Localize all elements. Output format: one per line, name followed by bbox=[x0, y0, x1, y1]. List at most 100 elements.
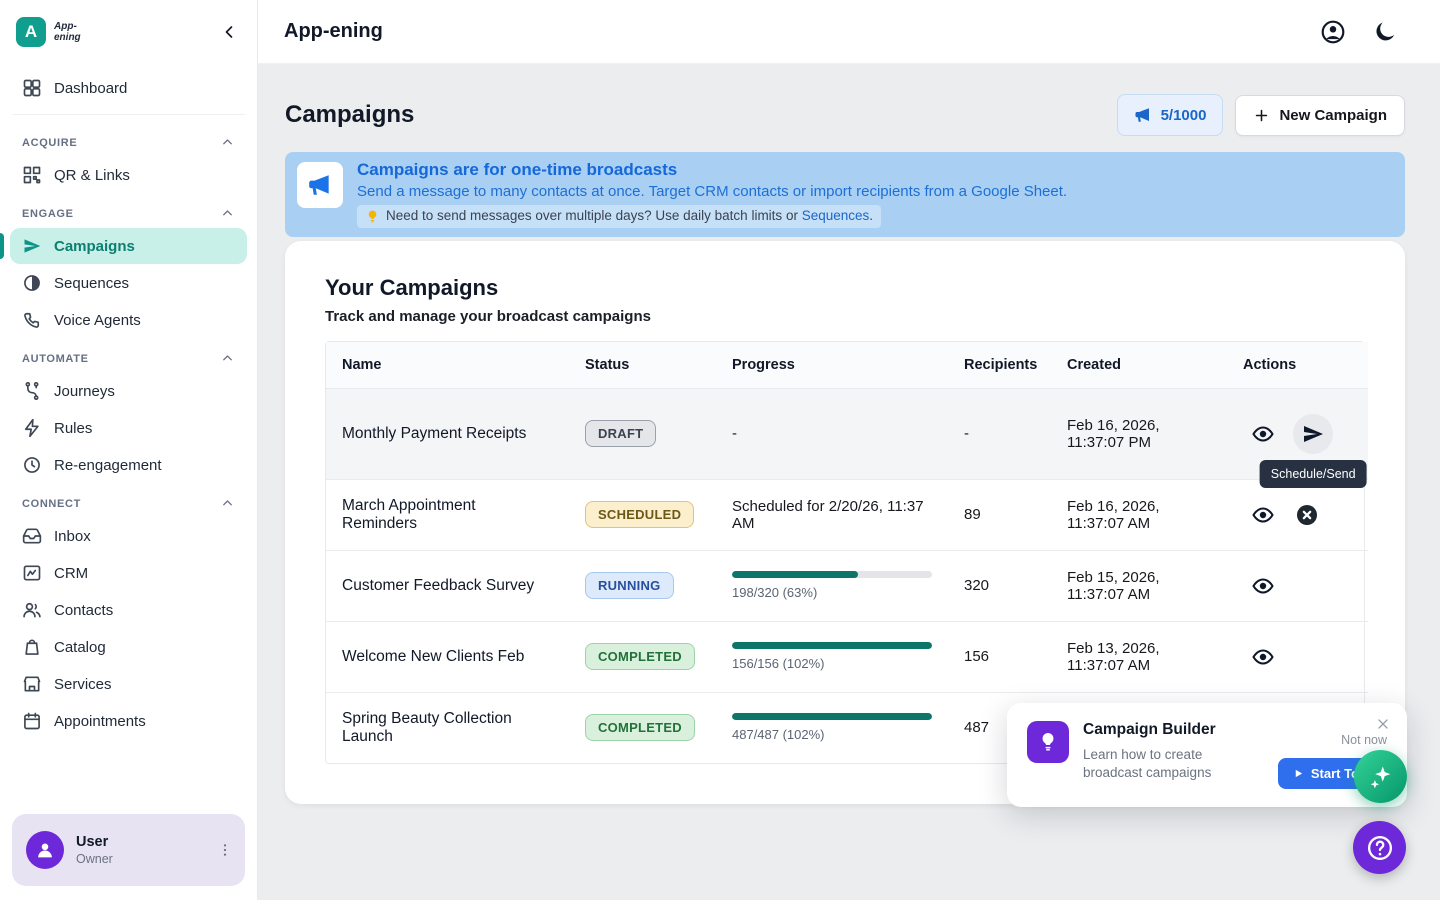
close-icon[interactable] bbox=[1375, 714, 1395, 734]
sidebar-item-qr-links[interactable]: QR & Links bbox=[10, 157, 247, 193]
banner-title: Campaigns are for one-time broadcasts bbox=[357, 160, 1067, 180]
view-button[interactable] bbox=[1243, 495, 1283, 535]
sidebar-item-appointments[interactable]: Appointments bbox=[10, 703, 247, 739]
table-row: Welcome New Clients Feb COMPLETED 156/15… bbox=[326, 622, 1368, 693]
eye-icon bbox=[1251, 422, 1275, 446]
sidebar-item-crm[interactable]: CRM bbox=[10, 555, 247, 591]
section-label: ACQUIRE bbox=[22, 137, 77, 149]
progress-cell: - bbox=[716, 389, 948, 480]
clock-icon bbox=[22, 455, 42, 475]
progress-cell: 487/487 (102%) bbox=[716, 693, 948, 763]
sequences-link[interactable]: Sequences bbox=[802, 208, 870, 223]
recipients-cell: - bbox=[948, 389, 1051, 480]
sidebar-item-dashboard[interactable]: Dashboard bbox=[10, 70, 247, 106]
sidebar-item-inbox[interactable]: Inbox bbox=[10, 518, 247, 554]
sidebar-item-label: Dashboard bbox=[54, 80, 127, 97]
half-circle-icon bbox=[22, 273, 42, 293]
not-now-button[interactable]: Not now bbox=[1341, 733, 1387, 747]
app-title: App-ening bbox=[284, 20, 383, 43]
branch-icon bbox=[22, 381, 42, 401]
page-title: Campaigns bbox=[285, 101, 414, 129]
progress-label: 156/156 (102%) bbox=[732, 656, 932, 671]
section-label: ENGAGE bbox=[22, 208, 74, 220]
crm-chart-icon bbox=[22, 563, 42, 583]
created-cell: Feb 16, 2026, 11:37:07 PM bbox=[1051, 389, 1227, 480]
sidebar: A App-ening Dashboard ACQUIRE QR & Links… bbox=[0, 0, 258, 900]
dark-mode-moon-icon[interactable] bbox=[1372, 19, 1398, 45]
card-subtitle: Track and manage your broadcast campaign… bbox=[325, 308, 1365, 325]
chevron-up-icon bbox=[220, 135, 235, 150]
sidebar-item-sequences[interactable]: Sequences bbox=[10, 265, 247, 301]
lightning-icon bbox=[22, 418, 42, 438]
people-icon bbox=[22, 600, 42, 620]
sidebar-item-label: Sequences bbox=[54, 275, 129, 292]
logo-icon: A bbox=[16, 17, 46, 47]
x-circle-icon bbox=[1295, 503, 1319, 527]
sidebar-item-re-engagement[interactable]: Re-engagement bbox=[10, 447, 247, 483]
status-badge: RUNNING bbox=[585, 572, 674, 599]
ai-assistant-button[interactable] bbox=[1354, 750, 1407, 803]
cancel-button[interactable] bbox=[1287, 495, 1327, 535]
sidebar-item-contacts[interactable]: Contacts bbox=[10, 592, 247, 628]
progress-bar bbox=[732, 571, 932, 578]
campaign-name: Monthly Payment Receipts bbox=[326, 389, 569, 480]
section-label: CONNECT bbox=[22, 498, 81, 510]
table-header-row: Name Status Progress Recipients Created … bbox=[326, 342, 1368, 389]
section-engage[interactable]: ENGAGE bbox=[10, 194, 247, 228]
created-cell: Feb 13, 2026, 11:37:07 AM bbox=[1051, 622, 1227, 693]
sidebar-item-label: Appointments bbox=[54, 713, 146, 730]
campaign-builder-toast: Campaign Builder Learn how to create bro… bbox=[1007, 703, 1407, 807]
progress-cell: Scheduled for 2/20/26, 11:37 AM bbox=[716, 480, 948, 551]
banner-tip: Need to send messages over multiple days… bbox=[357, 205, 881, 228]
sparkles-icon bbox=[1367, 763, 1395, 791]
bag-icon bbox=[22, 637, 42, 657]
lightbulb-icon bbox=[1027, 721, 1069, 763]
topbar-actions bbox=[1320, 19, 1398, 45]
recipients-cell: 89 bbox=[948, 480, 1051, 551]
view-button[interactable] bbox=[1243, 566, 1283, 606]
sidebar-item-voice-agents[interactable]: Voice Agents bbox=[10, 302, 247, 338]
sidebar-item-campaigns[interactable]: Campaigns bbox=[10, 228, 247, 264]
play-icon bbox=[1293, 768, 1304, 779]
sidebar-item-services[interactable]: Services bbox=[10, 666, 247, 702]
sidebar-item-journeys[interactable]: Journeys bbox=[10, 373, 247, 409]
sidebar-collapse-button[interactable] bbox=[215, 18, 243, 46]
progress-cell: 156/156 (102%) bbox=[716, 622, 948, 693]
sidebar-item-label: Voice Agents bbox=[54, 312, 141, 329]
status-badge: DRAFT bbox=[585, 420, 656, 447]
sidebar-item-label: Journeys bbox=[54, 383, 115, 400]
campaign-quota-button[interactable]: 5/1000 bbox=[1117, 94, 1224, 136]
schedule-send-button[interactable]: Schedule/Send bbox=[1293, 414, 1333, 454]
eye-icon bbox=[1251, 574, 1275, 598]
section-connect[interactable]: CONNECT bbox=[10, 484, 247, 518]
table-row: March Appointment Reminders SCHEDULED Sc… bbox=[326, 480, 1368, 551]
eye-icon bbox=[1251, 503, 1275, 527]
sidebar-item-label: Re-engagement bbox=[54, 457, 162, 474]
user-card[interactable]: User Owner bbox=[12, 814, 245, 886]
sidebar-item-rules[interactable]: Rules bbox=[10, 410, 247, 446]
toast-title: Campaign Builder bbox=[1083, 721, 1238, 739]
inbox-icon bbox=[22, 526, 42, 546]
progress-cell: 198/320 (63%) bbox=[716, 551, 948, 622]
new-campaign-label: New Campaign bbox=[1279, 107, 1387, 124]
account-icon[interactable] bbox=[1320, 19, 1346, 45]
more-options-icon[interactable] bbox=[217, 842, 233, 858]
section-acquire[interactable]: ACQUIRE bbox=[10, 123, 247, 157]
progress-fill bbox=[732, 571, 858, 578]
banner-tip-text: Need to send messages over multiple days… bbox=[386, 208, 798, 223]
divider bbox=[12, 114, 245, 115]
new-campaign-button[interactable]: New Campaign bbox=[1235, 95, 1405, 136]
progress-bar bbox=[732, 642, 932, 649]
banner-tip-end: . bbox=[869, 208, 873, 223]
section-automate[interactable]: AUTOMATE bbox=[10, 339, 247, 373]
status-badge: COMPLETED bbox=[585, 714, 695, 741]
view-button[interactable] bbox=[1243, 637, 1283, 677]
plus-icon bbox=[1253, 107, 1270, 124]
megaphone-icon bbox=[297, 162, 343, 208]
column-header-actions: Actions bbox=[1227, 342, 1368, 389]
help-button[interactable] bbox=[1353, 821, 1406, 874]
view-button[interactable] bbox=[1243, 414, 1283, 454]
sidebar-item-catalog[interactable]: Catalog bbox=[10, 629, 247, 665]
sidebar-item-label: Services bbox=[54, 676, 112, 693]
user-avatar bbox=[26, 831, 64, 869]
